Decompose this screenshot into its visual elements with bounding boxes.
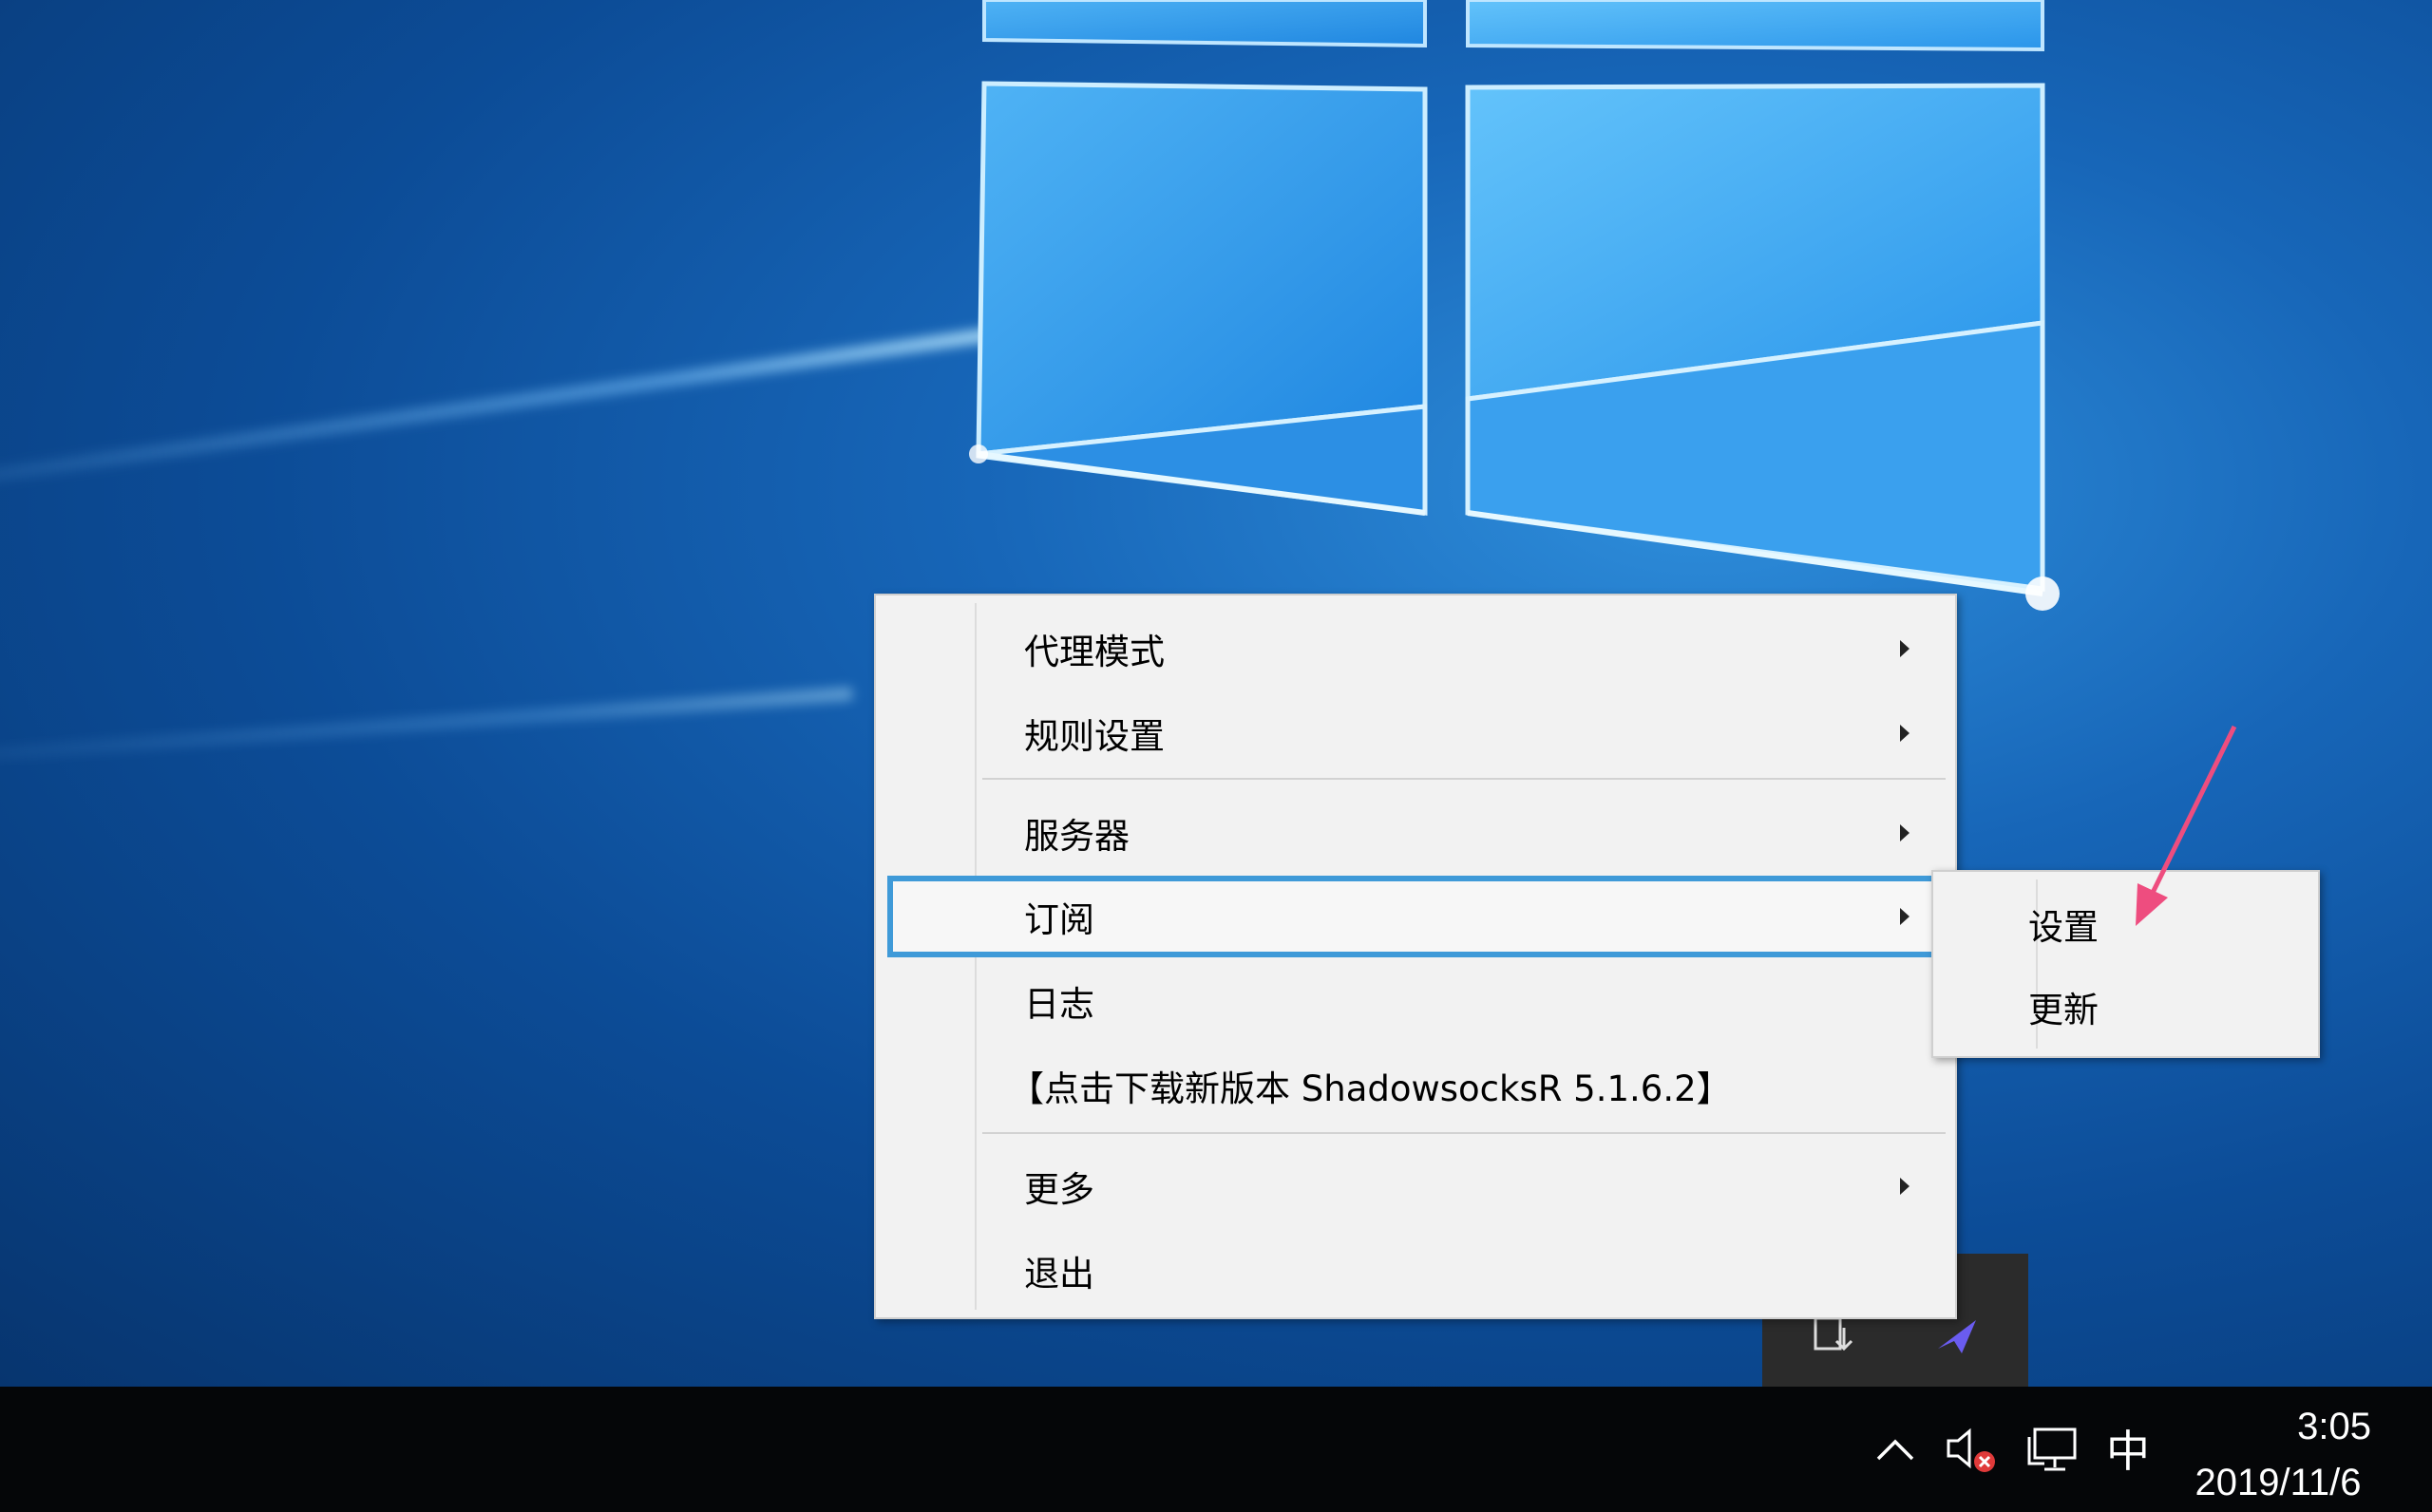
- network-icon[interactable]: [2019, 1415, 2085, 1482]
- clock[interactable]: 3:05 2019/11/6: [2174, 1400, 2383, 1512]
- menu-separator: [982, 778, 1946, 780]
- context-menu: 代理模式 规则设置 服务器 订阅 日志 【点击下载新版本 Shadowsocks…: [874, 594, 1957, 1319]
- menu-item-label: 订阅: [1024, 899, 1094, 940]
- menu-item-servers[interactable]: 服务器: [893, 795, 1938, 871]
- menu-item-subscription[interactable]: 订阅: [887, 876, 1946, 957]
- menu-item-label: 规则设置: [1024, 716, 1165, 757]
- clock-date: 2019/11/6: [2194, 1462, 2362, 1503]
- clock-time: 3:05: [2297, 1406, 2371, 1447]
- submenu-arrow-icon: [1900, 725, 1910, 742]
- submenu-item-update[interactable]: 更新: [2028, 973, 2099, 1040]
- menu-item-label: 更多: [1024, 1169, 1094, 1210]
- menu-item-label: 日志: [1024, 984, 1094, 1025]
- submenu-item-settings[interactable]: 设置: [2028, 891, 2099, 957]
- submenu-arrow-icon: [1900, 824, 1910, 841]
- submenu-arrow-icon: [1900, 640, 1910, 657]
- menu-item-label: 服务器: [1024, 816, 1130, 857]
- volume-muted-icon[interactable]: [1938, 1415, 2004, 1482]
- menu-item-log[interactable]: 日志: [893, 963, 1938, 1039]
- taskbar: 中 3:05 2019/11/6: [0, 1387, 2432, 1512]
- menu-item-label: 代理模式: [1024, 632, 1165, 672]
- submenu-arrow-icon: [1900, 908, 1910, 925]
- menu-separator: [982, 1132, 1946, 1134]
- menu-item-exit[interactable]: 退出: [893, 1233, 1938, 1309]
- submenu-item-label: 设置: [2028, 907, 2099, 948]
- ime-label: 中: [2106, 1426, 2150, 1477]
- submenu-arrow-icon: [1900, 1178, 1910, 1195]
- subscription-submenu: 设置 更新: [1931, 870, 2320, 1058]
- menu-item-rule-settings[interactable]: 规则设置: [893, 695, 1938, 771]
- menu-item-proxy-mode[interactable]: 代理模式: [893, 611, 1938, 687]
- menu-item-label: 【点击下载新版本 ShadowsocksR 5.1.6.2】: [1009, 1068, 1732, 1109]
- menu-item-label: 退出: [1024, 1254, 1094, 1295]
- chevron-up-icon[interactable]: [1867, 1415, 1924, 1482]
- submenu-item-label: 更新: [2028, 990, 2099, 1030]
- menu-item-more[interactable]: 更多: [893, 1148, 1938, 1224]
- ime-indicator[interactable]: 中: [2095, 1415, 2161, 1482]
- menu-item-download-new-version[interactable]: 【点击下载新版本 ShadowsocksR 5.1.6.2】: [893, 1048, 1938, 1124]
